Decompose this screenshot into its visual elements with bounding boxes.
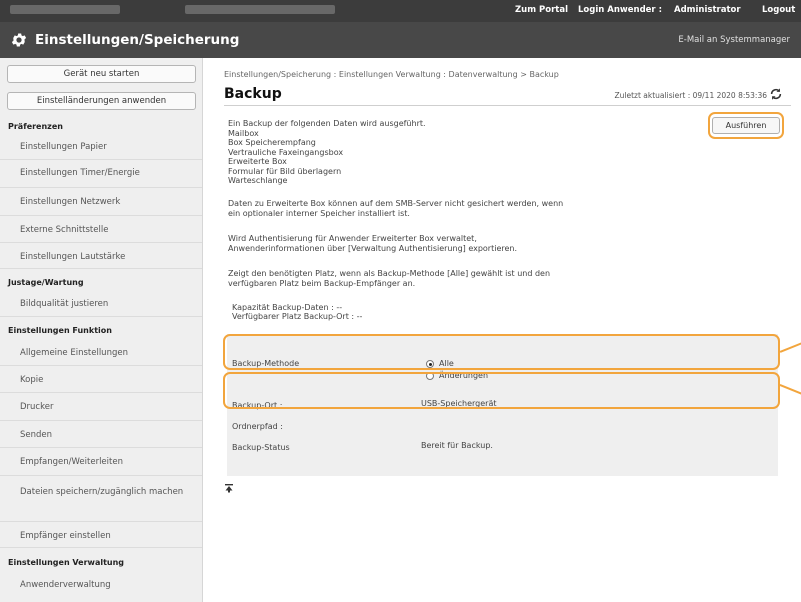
capacity-highlight [223, 334, 780, 370]
execute-button[interactable]: Ausführen [712, 117, 780, 134]
sidebar-item-send[interactable]: Senden [0, 421, 202, 448]
sidebar-item-label: Einstellungen Netzwerk [20, 197, 121, 207]
device-name-blurred [10, 5, 120, 14]
sidebar-item-volume[interactable]: Einstellungen Lautstärke [0, 243, 202, 269]
sidebar-item-label: Bildqualität justieren [20, 299, 109, 309]
refresh-icon[interactable] [769, 87, 783, 101]
sidebar-item-image-quality[interactable]: Bildqualität justieren [0, 290, 202, 317]
note-extended-box: Daten zu Erweiterte Box können auf dem S… [228, 199, 564, 208]
sidebar-item-timer-energy[interactable]: Einstellungen Timer/Energie [0, 160, 202, 188]
method-highlight [223, 372, 780, 409]
sidebar-item-label: Externe Schnittstelle [20, 225, 109, 235]
sidebar-item-label: Allgemeine Einstellungen [20, 348, 128, 358]
sidebar-section-function: Einstellungen Funktion [8, 326, 112, 335]
sidebar-section-management: Einstellungen Verwaltung [8, 558, 125, 567]
sidebar-item-set-destination[interactable]: Empfänger einstellen [0, 522, 202, 548]
portal-link[interactable]: Zum Portal [515, 5, 568, 15]
backup-item: Erweiterte Box [228, 157, 287, 166]
sidebar-item-label: Drucker [20, 402, 54, 412]
top-bar: Zum Portal Login Anwender : Administrato… [0, 0, 801, 22]
sidebar-item-label: Einstellungen Lautstärke [20, 252, 126, 262]
login-user-name: Administrator [674, 5, 741, 15]
gear-icon [11, 33, 27, 47]
backup-status-label: Backup-Status [232, 443, 290, 452]
mail-system-manager-link[interactable]: E-Mail an Systemmanager [678, 35, 790, 45]
sidebar-item-label: Dateien speichern/zugänglich machen [20, 487, 184, 497]
sidebar-item-store-access-files[interactable]: Dateien speichern/zugänglich machen [0, 476, 202, 522]
sidebar-item-label: Einstellungen Papier [20, 142, 107, 152]
restart-device-button[interactable]: Gerät neu starten [7, 65, 196, 83]
note-authentication: Wird Authentisierung für Anwender Erweit… [228, 234, 477, 243]
scroll-to-top-icon[interactable] [224, 483, 234, 493]
note-capacity: Zeigt den benötigten Platz, wenn als Bac… [228, 269, 551, 278]
sidebar-item-general-settings[interactable]: Allgemeine Einstellungen [0, 339, 202, 366]
title-divider [224, 105, 791, 106]
main-content: Einstellungen/Speicherung : Einstellunge… [204, 58, 801, 602]
sidebar-item-network[interactable]: Einstellungen Netzwerk [0, 188, 202, 216]
sidebar-item-label: Senden [20, 430, 53, 440]
logout-link[interactable]: Logout [762, 5, 795, 15]
callout-line-capacity [779, 341, 801, 353]
sidebar-item-printer[interactable]: Drucker [0, 393, 202, 421]
sidebar-item-receive-forward[interactable]: Empfangen/Weiterleiten [0, 448, 202, 476]
backup-item: Box Speicherempfang [228, 138, 316, 147]
note-authentication-2: Anwenderinformationen über [Verwaltung A… [228, 244, 518, 253]
device-address-blurred [185, 5, 335, 14]
page-header: Einstellungen/Speicherung E-Mail an Syst… [0, 22, 801, 58]
note-extended-box-2: ein optionaler interner Speicher install… [228, 209, 410, 218]
sidebar-item-paper[interactable]: Einstellungen Papier [0, 134, 202, 160]
sidebar-item-label: Empfänger einstellen [20, 531, 111, 541]
sidebar-item-user-management[interactable]: Anwenderverwaltung [0, 570, 202, 600]
page-title: Backup [224, 86, 282, 102]
sidebar: Gerät neu starten Einstelländerungen anw… [0, 58, 203, 602]
sidebar-section-adjustment: Justage/Wartung [8, 278, 84, 287]
backup-status-value: Bereit für Backup. [421, 441, 493, 450]
available-space-text: Verfügbarer Platz Backup-Ort : -- [232, 312, 363, 321]
callout-line-method [779, 384, 801, 395]
last-updated-text: Zuletzt aktualisiert : 09/11 2020 8:53:3… [614, 91, 768, 100]
app-title: Einstellungen/Speicherung [35, 32, 240, 48]
backup-item: Warteschlange [228, 176, 288, 185]
sidebar-section-preferences: Präferenzen [8, 122, 63, 131]
sidebar-item-label: Einstellungen Timer/Energie [20, 168, 140, 178]
note-capacity-2: verfügbaren Platz beim Backup-Empfänger … [228, 279, 416, 288]
intro-text: Ein Backup der folgenden Daten wird ausg… [228, 119, 426, 128]
apply-settings-button[interactable]: Einstelländerungen anwenden [7, 92, 196, 110]
folder-path-label: Ordnerpfad : [232, 422, 283, 431]
breadcrumb: Einstellungen/Speicherung : Einstellunge… [224, 70, 559, 79]
sidebar-item-label: Kopie [20, 375, 44, 385]
sidebar-item-copy[interactable]: Kopie [0, 366, 202, 393]
sidebar-item-label: Empfangen/Weiterleiten [20, 457, 123, 467]
login-user-label: Login Anwender : [578, 5, 662, 15]
sidebar-item-external-interface[interactable]: Externe Schnittstelle [0, 216, 202, 243]
sidebar-item-label: Anwenderverwaltung [20, 580, 111, 590]
